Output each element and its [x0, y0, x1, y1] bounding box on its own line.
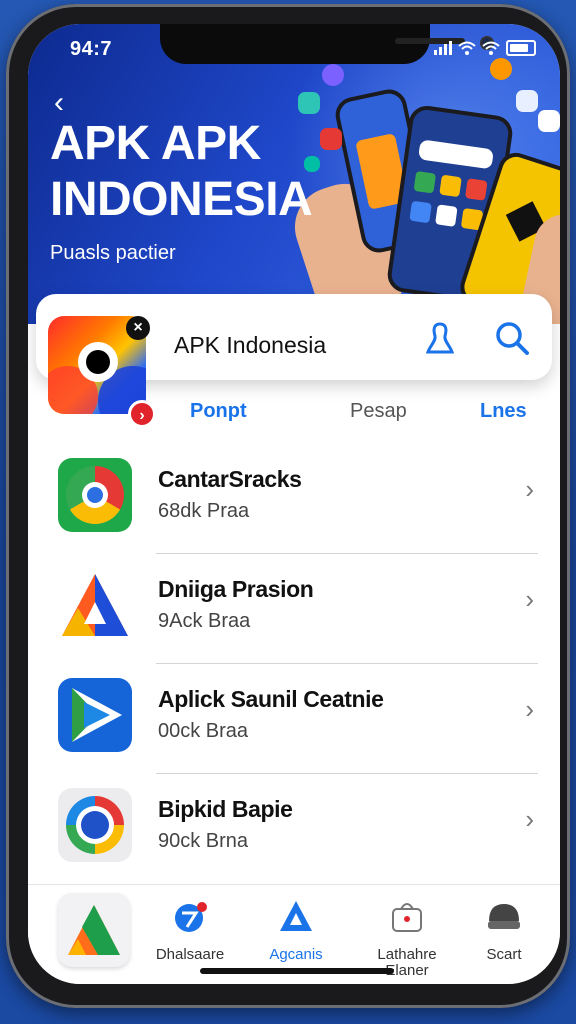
tab-bar: Ponpt Pesap Lnes — [28, 394, 560, 428]
app-subtitle: 90ck Brna — [158, 830, 249, 852]
bag-icon — [392, 903, 422, 932]
chrome-style-icon — [58, 458, 132, 532]
floating-app-icon — [298, 92, 320, 114]
chevron-right-icon: › — [525, 804, 534, 834]
chevron-right-icon: › — [525, 694, 534, 724]
logo-eye-icon — [78, 342, 118, 382]
list-item[interactable]: Aplick Saunil Ceatnie 00ck Braa › — [28, 664, 560, 774]
app-name: Dniiga Prasion — [158, 576, 314, 602]
play-arrow-icon — [58, 678, 132, 752]
app-name: Aplick Saunil Ceatnie — [158, 686, 384, 712]
ring-icon — [58, 788, 132, 862]
nav-label: Agcanis — [269, 946, 323, 963]
floating-app-icon — [490, 58, 512, 80]
list-item[interactable]: CantarSracks 68dk Praa › — [28, 444, 560, 554]
app-name: CantarSracks — [158, 466, 302, 492]
title-line-1: APK APK — [50, 117, 261, 170]
app-subtitle: 00ck Braa — [158, 720, 249, 742]
helmet-icon — [488, 904, 520, 929]
nav-label: Dhalsaare — [155, 946, 225, 963]
title-line-2: INDONESIA — [50, 173, 313, 226]
badge-icon — [175, 902, 207, 932]
floating-app-icon — [320, 128, 342, 150]
status-icons — [434, 40, 536, 56]
close-icon[interactable]: × — [126, 316, 150, 340]
camera-notch — [160, 24, 494, 64]
tab-ponpt[interactable]: Ponpt — [190, 400, 247, 423]
app-subtitle: 9Ack Braa — [158, 610, 251, 632]
floating-app-icon — [538, 110, 560, 132]
phone-screen: 94:7 ‹ APK APK INDONESIA Puasls pactier — [28, 24, 560, 984]
chevron-right-icon: › — [525, 584, 534, 614]
triangle-icon — [58, 568, 132, 642]
page-subtitle: Puasls pactier — [50, 242, 176, 264]
status-time: 94:7 — [70, 38, 113, 60]
page-title: APK APK INDONESIA — [50, 116, 313, 228]
app-subtitle: 68dk Praa — [158, 500, 250, 522]
person-icon[interactable] — [424, 320, 456, 356]
home-indicator[interactable] — [200, 968, 394, 974]
search-card-title: APK Indonesia — [174, 332, 327, 358]
nav-item-scart[interactable]: Scart — [464, 885, 544, 984]
floating-app-icon — [516, 90, 538, 112]
wifi-icon — [482, 41, 500, 55]
hero-banner: 94:7 ‹ APK APK INDONESIA Puasls pactier — [28, 24, 560, 324]
app-name: Bipkid Bapie — [158, 796, 293, 822]
battery-icon — [506, 40, 536, 56]
floating-app-icon — [322, 64, 344, 86]
tab-lnes[interactable]: Lnes — [480, 400, 527, 423]
list-item[interactable]: Dniiga Prasion 9Ack Braa › — [28, 554, 560, 664]
phone-frame: 94:7 ‹ APK APK INDONESIA Puasls pactier — [6, 4, 570, 1008]
chevron-right-icon: › — [525, 474, 534, 504]
nav-home-app-icon[interactable] — [58, 885, 130, 984]
nav-label: Scart — [486, 946, 522, 963]
triangle-icon — [280, 901, 312, 931]
list-item[interactable]: Bipkid Bapie 90ck Brna › — [28, 774, 560, 884]
nav-label: Lathahre Elaner — [377, 946, 437, 979]
tab-pesap[interactable]: Pesap — [350, 400, 407, 423]
signal-icon — [434, 41, 452, 55]
search-icon[interactable] — [494, 320, 530, 356]
back-chevron-icon[interactable]: ‹ — [54, 86, 64, 120]
wifi-icon — [458, 41, 476, 55]
